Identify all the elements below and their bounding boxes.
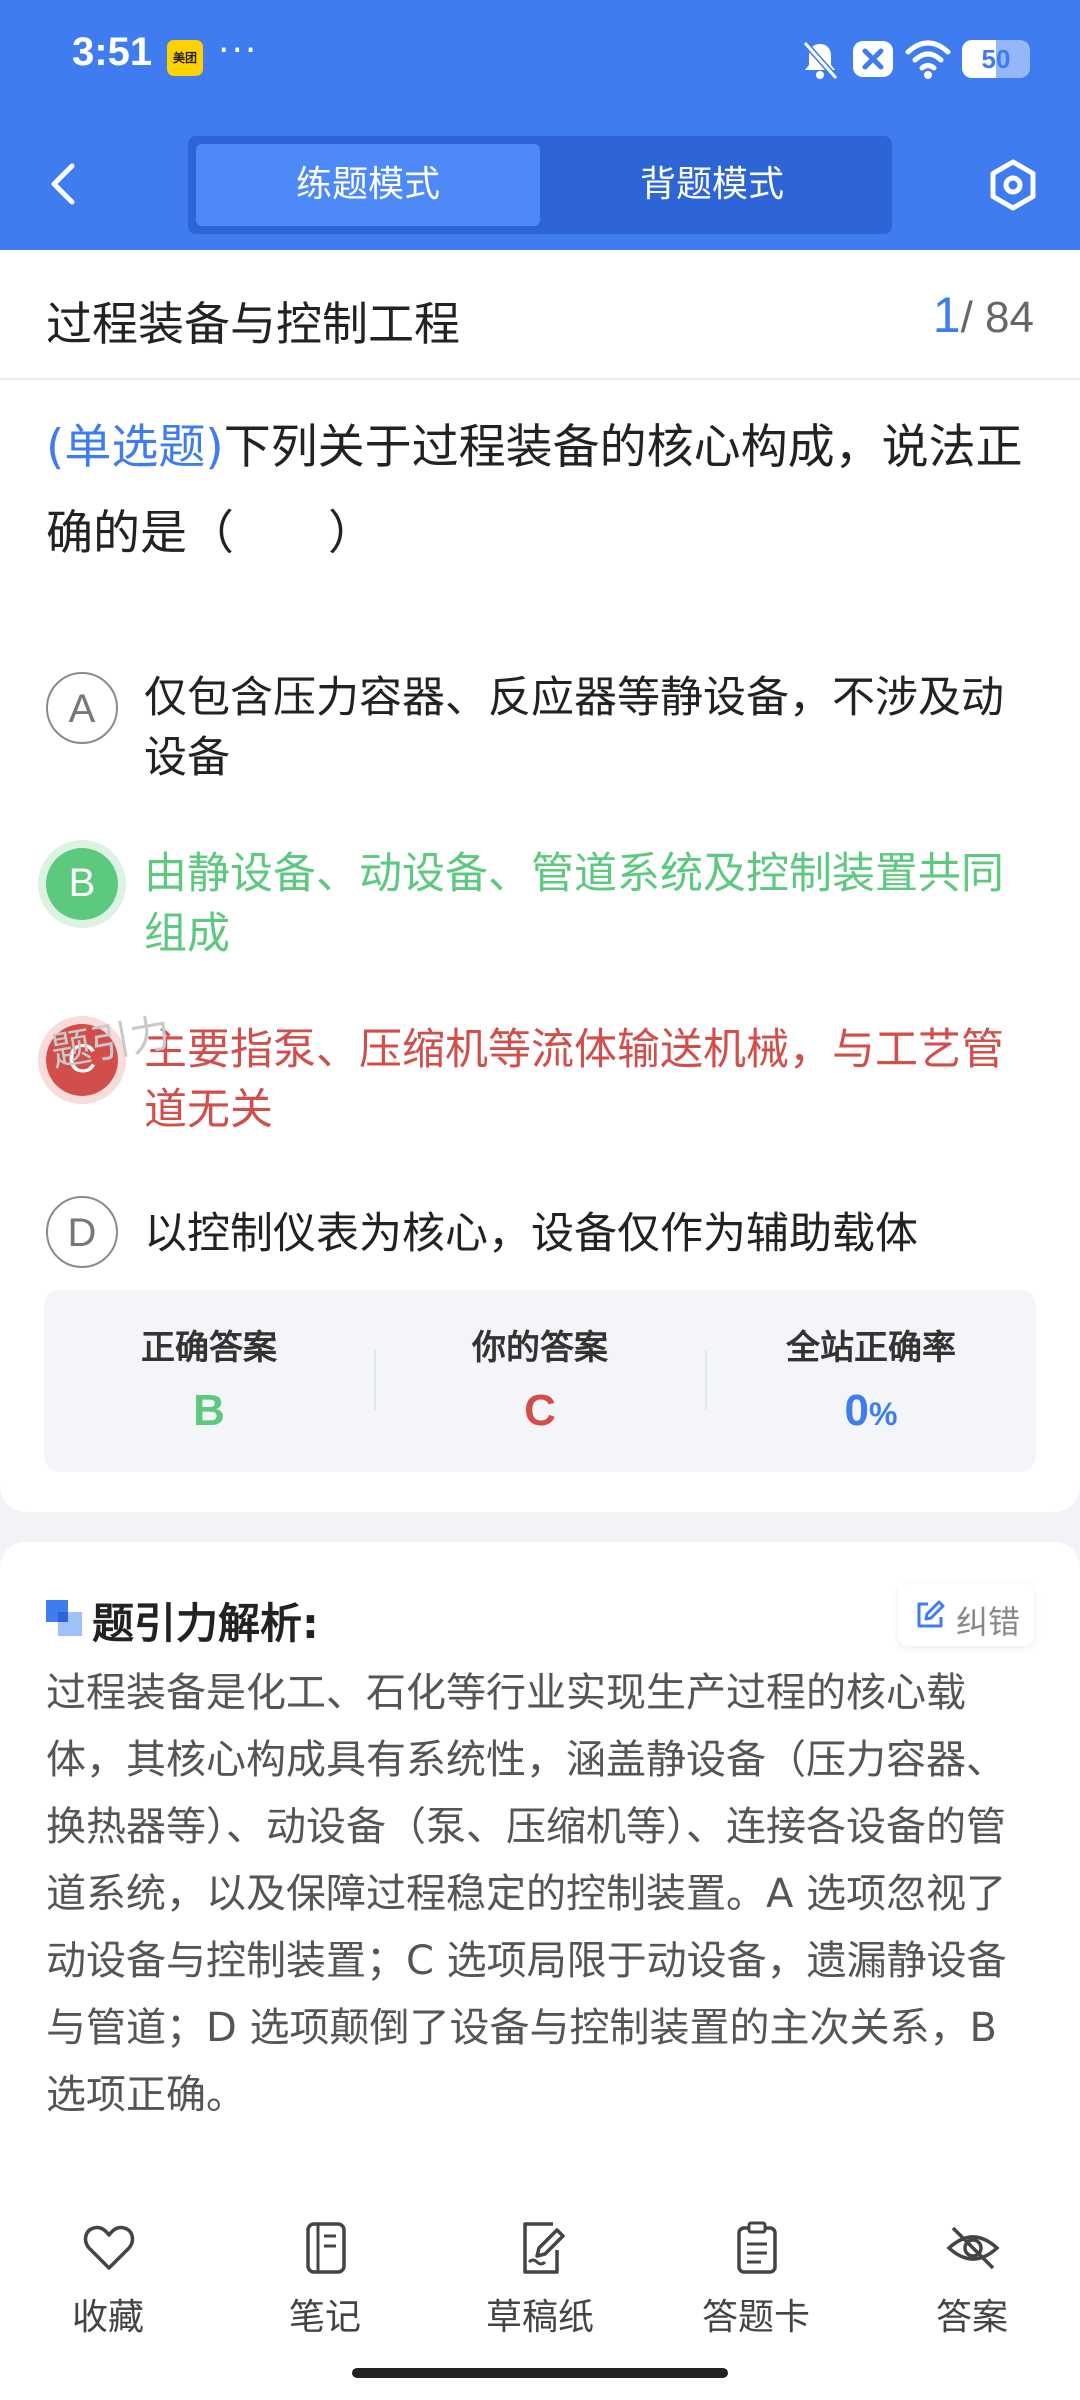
analysis-logo-icon [46, 1600, 82, 1636]
option-c-text: 主要指泵、压缩机等流体输送机械，与工艺管道无关 [144, 1025, 1004, 1135]
option-b-marker: B [46, 848, 118, 920]
wifi-icon [905, 40, 951, 79]
your-answer: 你的答案 C [375, 1290, 705, 1472]
home-indicator[interactable] [352, 2368, 728, 2378]
analysis-text: 过程装备是化工、石化等行业实现生产过程的核心载体，其核心构成具有系统性，涵盖静设… [46, 1670, 1007, 2118]
status-icons: 50 [800, 38, 1030, 82]
battery-level: 50 [981, 44, 1011, 74]
option-a-marker: A [46, 672, 118, 744]
accuracy-number: 0 [844, 1386, 870, 1435]
answer-toggle-label: 答案 [935, 2297, 1008, 2338]
option-b-text: 由静设备、动设备、管道系统及控制装置共同组成 [144, 849, 1004, 959]
favorite-label: 收藏 [71, 2297, 144, 2338]
question-card: 过程装备与控制工程 1/ 84 (单选题)下列关于过程装备的核心构成，说法正确的… [0, 250, 1080, 1512]
draft-paper-button[interactable]: 草稿纸 [455, 2220, 625, 2340]
analysis-title: 题引力解析: [92, 1599, 319, 1648]
draft-paper-icon [523, 2222, 565, 2274]
notes-label: 笔记 [288, 2297, 361, 2338]
draft-paper-label: 草稿纸 [485, 2297, 594, 2338]
total-questions: / 84 [960, 293, 1034, 342]
meituan-app-icon: 美团 [167, 40, 203, 76]
more-notifications-icon: ··· [218, 30, 259, 71]
status-time: 3:51 [72, 30, 153, 74]
option-a-text: 仅包含压力容器、反应器等静设备，不涉及动设备 [144, 673, 1004, 783]
correct-answer-label: 正确答案 [141, 1328, 277, 1368]
correct-answer: 正确答案 B [44, 1290, 374, 1472]
question-progress: 1/ 84 [933, 286, 1034, 344]
accuracy-unit: % [869, 1396, 898, 1432]
option-d-marker: D [46, 1196, 118, 1268]
close-badge-icon [853, 41, 893, 77]
edit-icon [917, 1600, 945, 1628]
question-type: (单选题) [46, 420, 224, 475]
battery-icon: 50 [962, 40, 1030, 78]
eye-off-icon [946, 2226, 1000, 2270]
current-question-number: 1 [932, 287, 961, 343]
status-bar: 3:51 美团 ··· 50 [0, 0, 1080, 120]
answer-summary: 正确答案 B 你的答案 C 全站正确率 0% [44, 1290, 1036, 1472]
tab-memorize-mode[interactable]: 背题模式 [540, 144, 884, 226]
your-answer-label: 你的答案 [472, 1328, 608, 1368]
settings-icon[interactable] [986, 158, 1040, 212]
answer-sheet-icon [737, 2221, 777, 2274]
heart-icon [83, 2225, 135, 2270]
report-error-label: 纠错 [956, 1603, 1021, 1641]
site-accuracy-label: 全站正确率 [786, 1328, 956, 1368]
your-answer-value: C [524, 1386, 556, 1435]
subject-title: 过程装备与控制工程 [46, 297, 460, 351]
notebook-icon [306, 2222, 346, 2274]
answer-sheet-button[interactable]: 答题卡 [671, 2220, 841, 2340]
favorite-button[interactable]: 收藏 [23, 2220, 193, 2340]
answer-toggle-button[interactable]: 答案 [887, 2220, 1057, 2340]
site-accuracy: 全站正确率 0% [706, 1290, 1036, 1472]
bell-off-icon [802, 41, 839, 80]
correct-answer-value: B [193, 1386, 225, 1435]
notes-button[interactable]: 笔记 [240, 2220, 410, 2340]
divider [0, 378, 1080, 380]
back-button[interactable] [44, 160, 84, 208]
analysis-card: 题引力解析: 纠错 过程装备是化工、石化等行业实现生产过程的核心载体，其核心构成… [0, 1542, 1080, 2222]
option-d-text: 以控制仪表为核心，设备仅作为辅助载体 [144, 1209, 918, 1259]
tab-practice-mode[interactable]: 练题模式 [196, 144, 540, 226]
report-error-button[interactable]: 纠错 [898, 1584, 1034, 1646]
answer-sheet-label: 答题卡 [701, 2297, 810, 2338]
mode-switch: 练题模式 背题模式 [188, 136, 892, 234]
question-text: (单选题)下列关于过程装备的核心构成，说法正确的是（ ） [46, 405, 1036, 577]
site-accuracy-value: 0% [706, 1386, 1036, 1436]
